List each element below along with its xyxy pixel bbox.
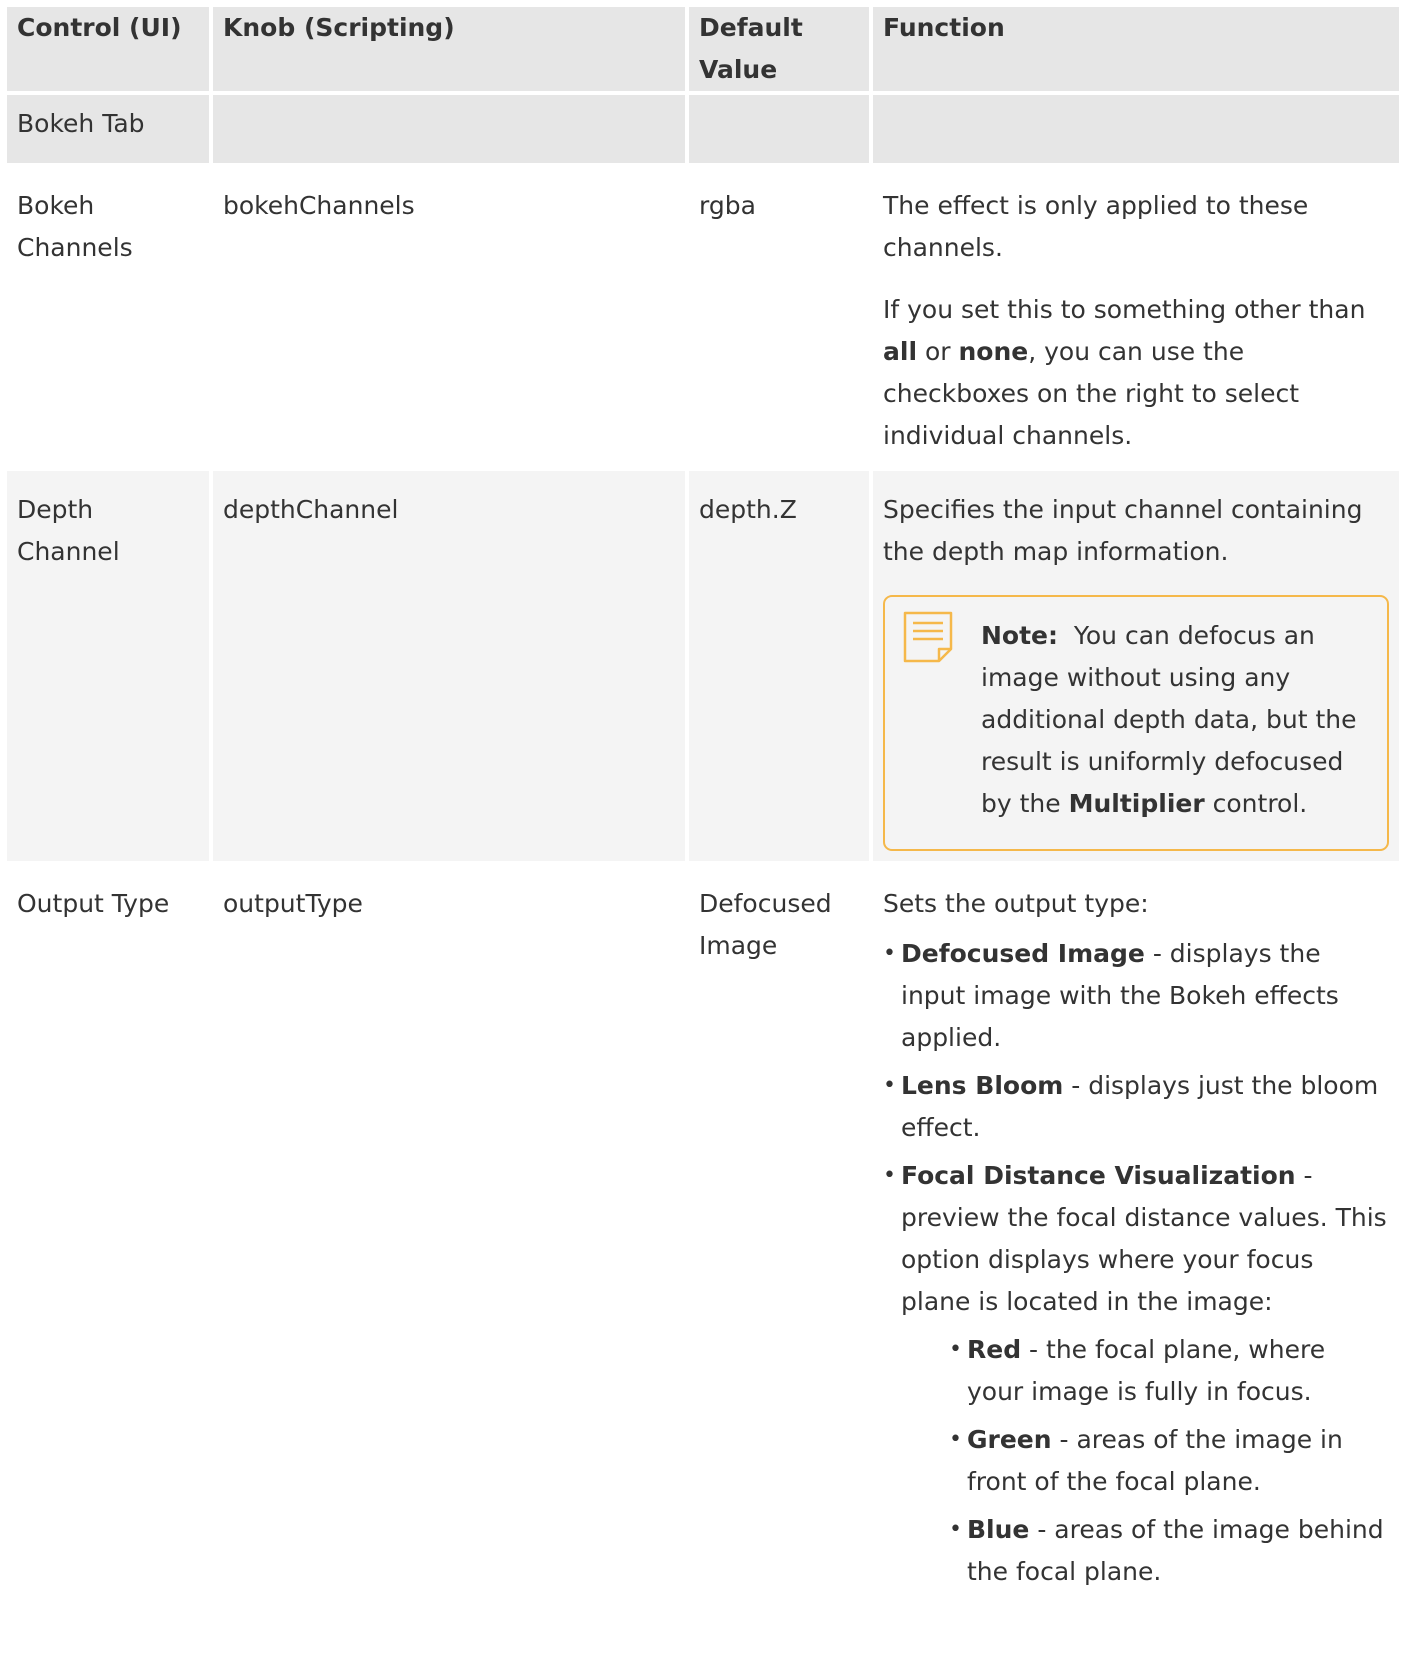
table-header-row: Control (UI) Knob (Scripting) Default Va… [7,7,1399,95]
cell-control: Output Type [7,865,213,1613]
table-row: Depth Channel depthChannel depth.Z Speci… [7,471,1399,865]
cell-function: The effect is only applied to these chan… [873,167,1399,471]
table-row: Bokeh Channels bokehChannels rgba The ef… [7,167,1399,471]
function-paragraph: If you set this to something other than … [883,295,1366,450]
function-paragraph: The effect is only applied to these chan… [883,191,1309,262]
list-item: Lens Bloom - displays just the bloom eff… [883,1065,1389,1149]
list-item: Defocused Image - displays the input ima… [883,933,1389,1059]
function-intro: Sets the output type: [883,889,1149,918]
table-row: Output Type outputType Defocused Image S… [7,865,1399,1613]
cell-default: depth.Z [689,471,873,865]
sub-options-list: Red - the focal plane, where your image … [949,1329,1389,1593]
control-line1: Depth [17,495,94,524]
cell-knob: depthChannel [213,471,689,865]
cell-control: Depth Channel [7,471,213,865]
list-item: Blue - areas of the image behind the foc… [949,1509,1389,1593]
header-default-value: Default Value [689,7,873,95]
section-title: Bokeh Tab [7,95,213,167]
header-default-line1: Default [699,13,803,42]
default-line2: Image [699,931,778,960]
cell-control: Bokeh Channels [7,167,213,471]
note-callout: Note: You can defocus an image without u… [883,595,1389,851]
list-item: Focal Distance Visualization - preview t… [883,1155,1389,1593]
header-knob: Knob (Scripting) [213,7,689,95]
header-default-line2: Value [699,55,778,84]
cell-default: rgba [689,167,873,471]
header-control: Control (UI) [7,7,213,95]
note-document-icon [901,609,959,667]
cell-function: Sets the output type: Defocused Image - … [873,865,1399,1613]
control-line2: Channels [17,233,133,262]
control-line1: Bokeh [17,191,95,220]
function-paragraph: Specifies the input channel containing t… [883,495,1363,566]
note-label: Note: [981,621,1059,650]
cell-function: Specifies the input channel containing t… [873,471,1399,865]
cell-knob: bokehChannels [213,167,689,471]
list-item: Red - the focal plane, where your image … [949,1329,1389,1413]
header-function: Function [873,7,1399,95]
cell-knob: outputType [213,865,689,1613]
list-item: Green - areas of the image in front of t… [949,1419,1389,1503]
cell-default: Defocused Image [689,865,873,1613]
control-line2: Channel [17,537,120,566]
parameters-table: Control (UI) Knob (Scripting) Default Va… [7,7,1399,1613]
options-list: Defocused Image - displays the input ima… [883,933,1389,1593]
section-row-bokeh-tab: Bokeh Tab [7,95,1399,167]
default-line1: Defocused [699,889,832,918]
